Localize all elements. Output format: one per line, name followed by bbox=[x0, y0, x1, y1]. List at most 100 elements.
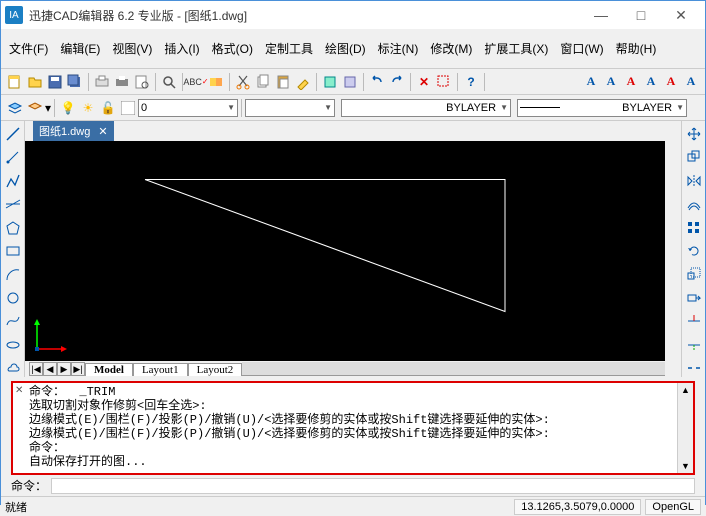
stretch-tool-icon[interactable] bbox=[685, 289, 703, 306]
status-mode[interactable]: OpenGL bbox=[645, 499, 701, 515]
rectangle-tool-icon[interactable] bbox=[4, 242, 22, 259]
offset-tool-icon[interactable] bbox=[685, 195, 703, 212]
xline-tool-icon[interactable] bbox=[4, 195, 22, 212]
menu-edit[interactable]: 编辑(E) bbox=[60, 40, 100, 58]
drawing-canvas[interactable] bbox=[25, 141, 665, 361]
cut-icon[interactable] bbox=[234, 73, 252, 91]
doc-tab-active[interactable]: 图纸1.dwg ✕ bbox=[33, 121, 114, 141]
save-icon[interactable] bbox=[46, 73, 64, 91]
menu-exttools[interactable]: 扩展工具(X) bbox=[484, 40, 548, 58]
command-prompt-label: 命令： bbox=[11, 477, 47, 494]
move-tool-icon[interactable] bbox=[685, 125, 703, 142]
spell-icon[interactable]: ABC✓ bbox=[187, 73, 205, 91]
layout-tab-model[interactable]: Model bbox=[85, 363, 133, 376]
tab-nav-last[interactable]: ▶| bbox=[71, 362, 85, 376]
tab-nav-next[interactable]: ▶ bbox=[57, 362, 71, 376]
layer-prev-icon[interactable] bbox=[26, 99, 44, 117]
open-icon[interactable] bbox=[26, 73, 44, 91]
separator bbox=[410, 73, 411, 91]
menu-format[interactable]: 格式(O) bbox=[212, 40, 253, 58]
select-icon[interactable] bbox=[435, 73, 453, 91]
command-input[interactable] bbox=[51, 478, 695, 494]
menu-annotate[interactable]: 标注(N) bbox=[378, 40, 419, 58]
cmd-close-icon[interactable]: ✕ bbox=[13, 383, 27, 473]
dropdown-arrow[interactable]: ▾ bbox=[45, 101, 51, 115]
close-button[interactable]: ✕ bbox=[661, 3, 701, 27]
block-icon[interactable] bbox=[321, 73, 339, 91]
menu-draw[interactable]: 绘图(D) bbox=[325, 40, 366, 58]
copy-icon[interactable] bbox=[254, 73, 272, 91]
layer-mgr-icon[interactable] bbox=[6, 99, 24, 117]
polyline-tool-icon[interactable] bbox=[4, 172, 22, 189]
separator bbox=[88, 73, 89, 91]
light-on-icon[interactable]: 💡 bbox=[59, 99, 77, 117]
color-swatch[interactable] bbox=[119, 99, 137, 117]
scale-tool-icon[interactable] bbox=[685, 266, 703, 283]
layout-tab-2[interactable]: Layout2 bbox=[188, 363, 243, 376]
layout-tab-1[interactable]: Layout1 bbox=[133, 363, 188, 376]
circle-tool-icon[interactable] bbox=[4, 289, 22, 306]
find-icon[interactable] bbox=[160, 73, 178, 91]
saveall-icon[interactable] bbox=[66, 73, 84, 91]
layer-combo[interactable]: 0▼ bbox=[138, 99, 238, 117]
textstyle-a5[interactable]: A bbox=[662, 73, 680, 91]
trim-tool-icon[interactable] bbox=[685, 313, 703, 330]
minimize-button[interactable]: — bbox=[581, 3, 621, 27]
plot-icon[interactable] bbox=[93, 73, 111, 91]
break-tool-icon[interactable] bbox=[685, 360, 703, 377]
maximize-button[interactable]: □ bbox=[621, 3, 661, 27]
line-tool-icon[interactable] bbox=[4, 125, 22, 142]
new-icon[interactable] bbox=[6, 73, 24, 91]
textstyle-a4[interactable]: A bbox=[642, 73, 660, 91]
status-coords: 13.1265,3.5079,0.0000 bbox=[514, 499, 641, 515]
textstyle-a1[interactable]: A bbox=[582, 73, 600, 91]
status-bar: 就绪 13.1265,3.5079,0.0000 OpenGL bbox=[1, 496, 705, 516]
insert-icon[interactable] bbox=[341, 73, 359, 91]
cmd-scrollbar[interactable]: ▲▼ bbox=[677, 383, 693, 473]
mirror-tool-icon[interactable] bbox=[685, 172, 703, 189]
polygon-tool-icon[interactable] bbox=[4, 219, 22, 236]
standard-toolbar: ABC✓ ✕ ? A A A A A A bbox=[1, 69, 705, 95]
menu-insert[interactable]: 插入(I) bbox=[164, 40, 199, 58]
textstyle-a6[interactable]: A bbox=[682, 73, 700, 91]
cloud-tool-icon[interactable] bbox=[4, 360, 22, 377]
tab-nav-first[interactable]: |◀ bbox=[29, 362, 43, 376]
paste-icon[interactable] bbox=[274, 73, 292, 91]
menu-view[interactable]: 视图(V) bbox=[112, 40, 152, 58]
doc-tab-close-icon[interactable]: ✕ bbox=[98, 125, 107, 138]
rotate-tool-icon[interactable] bbox=[685, 242, 703, 259]
lineweight-combo[interactable]: BYLAYER▼ bbox=[517, 99, 687, 117]
menu-file[interactable]: 文件(F) bbox=[9, 40, 48, 58]
redo-icon[interactable] bbox=[388, 73, 406, 91]
sun-icon[interactable]: ☀ bbox=[79, 99, 97, 117]
lock-icon[interactable]: 🔓 bbox=[99, 99, 117, 117]
undo-icon[interactable] bbox=[368, 73, 386, 91]
canvas-area: 图纸1.dwg ✕ |◀ ◀ ▶ ▶| Model Layout1 Layout… bbox=[25, 121, 681, 377]
textstyle-a3[interactable]: A bbox=[622, 73, 640, 91]
spline-tool-icon[interactable] bbox=[4, 313, 22, 330]
menu-window[interactable]: 窗口(W) bbox=[560, 40, 603, 58]
menu-customtools[interactable]: 定制工具 bbox=[265, 40, 313, 58]
delete-x-icon[interactable]: ✕ bbox=[415, 73, 433, 91]
arc-tool-icon[interactable] bbox=[4, 266, 22, 283]
copy-tool-icon[interactable] bbox=[685, 148, 703, 165]
menu-modify[interactable]: 修改(M) bbox=[430, 40, 472, 58]
color-combo[interactable]: ▼ bbox=[245, 99, 335, 117]
textstyle-a2[interactable]: A bbox=[602, 73, 620, 91]
linetype-combo[interactable]: BYLAYER▼ bbox=[341, 99, 511, 117]
preview-icon[interactable] bbox=[133, 73, 151, 91]
hscroll-track[interactable] bbox=[242, 362, 665, 376]
command-history: ✕ 命令： _TRIM 选取切割对象作修剪<回车全选>: 边缘模式(E)/围栏(… bbox=[11, 381, 695, 475]
ellipse-tool-icon[interactable] bbox=[4, 336, 22, 353]
tab-nav-prev[interactable]: ◀ bbox=[43, 362, 57, 376]
print-icon[interactable] bbox=[113, 73, 131, 91]
document-tabs: 图纸1.dwg ✕ bbox=[25, 121, 681, 141]
menu-help[interactable]: 帮助(H) bbox=[616, 40, 657, 58]
separator bbox=[363, 73, 364, 91]
audit-icon[interactable] bbox=[207, 73, 225, 91]
array-tool-icon[interactable] bbox=[685, 219, 703, 236]
ray-tool-icon[interactable] bbox=[4, 148, 22, 165]
extend-tool-icon[interactable] bbox=[685, 336, 703, 353]
help-icon[interactable]: ? bbox=[462, 73, 480, 91]
matchprop-icon[interactable] bbox=[294, 73, 312, 91]
